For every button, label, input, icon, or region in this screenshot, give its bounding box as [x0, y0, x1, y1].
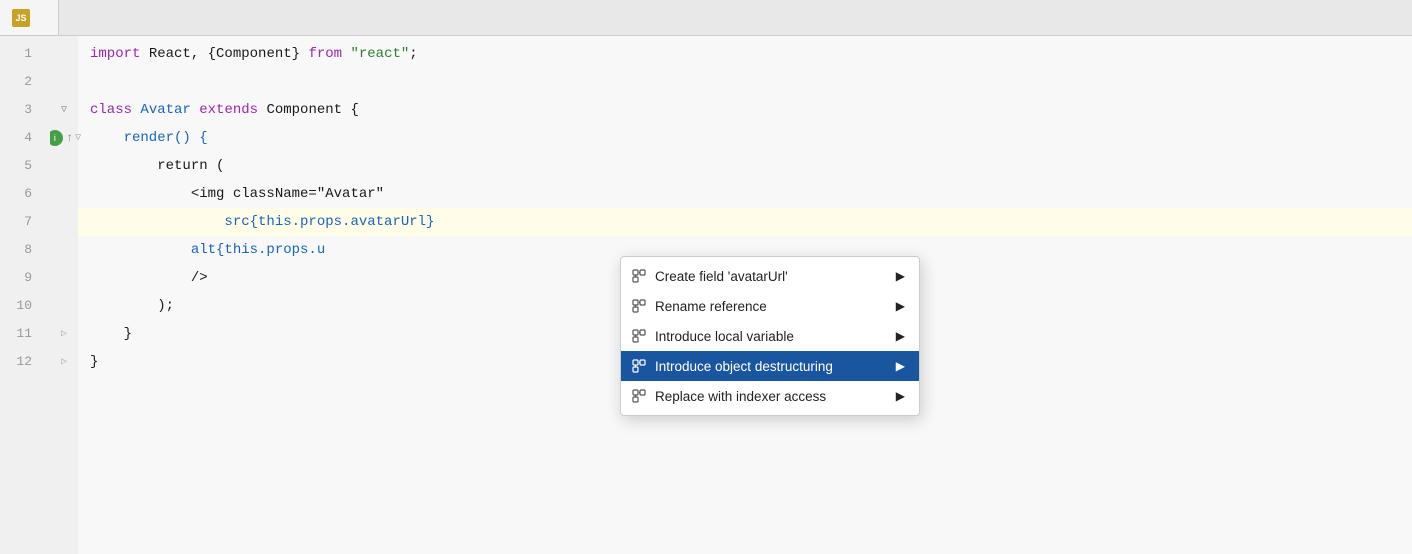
code-line-1: import React, {Component} from "react"; — [78, 40, 1412, 68]
code-line-7: src{this.props.avatarUrl} — [78, 208, 1412, 236]
code-line-4: render() { — [78, 124, 1412, 152]
editor-area: 123456789101112 ▽ i ↑ ▽ ▷▷ import React,… — [0, 36, 1412, 554]
code-token: from — [308, 46, 342, 62]
gutter-icons: ▽ i ↑ ▽ ▷ ▷ — [50, 36, 78, 554]
refactor-icon-introduce-local — [631, 328, 647, 344]
menu-item-replace-indexer[interactable]: Replace with indexer access ▶ — [621, 381, 919, 411]
menu-label-introduce-local: Introduce local variable — [655, 329, 794, 344]
tab-avatar-js[interactable]: JS — [0, 0, 59, 35]
code-line-6: <img className="Avatar" — [78, 180, 1412, 208]
code-token: extends — [199, 102, 258, 118]
gutter-row-8 — [50, 236, 78, 264]
code-token: ); — [90, 298, 174, 314]
tab-bar: JS — [0, 0, 1412, 36]
line-number-12: 12 — [0, 348, 40, 376]
menu-arrow-create-field: ▶ — [896, 269, 905, 283]
fold-icon[interactable]: ▷ — [61, 328, 67, 340]
refactor-icon-create-field — [631, 268, 647, 284]
menu-arrow-rename-reference: ▶ — [896, 299, 905, 313]
refactor-icon-replace-indexer — [631, 388, 647, 404]
line-number-5: 5 — [0, 152, 40, 180]
code-token: } — [90, 354, 98, 370]
menu-label-replace-indexer: Replace with indexer access — [655, 389, 826, 404]
code-token: import — [90, 46, 140, 62]
menu-item-left: Introduce local variable — [631, 328, 794, 344]
gutter-row-6 — [50, 180, 78, 208]
line-number-3: 3 — [0, 96, 40, 124]
line-number-9: 9 — [0, 264, 40, 292]
menu-arrow-introduce-destructuring: ▶ — [896, 359, 905, 373]
line-number-7: 7 — [0, 208, 40, 236]
gutter-row-4: i ↑ ▽ — [50, 124, 78, 152]
menu-item-rename-reference[interactable]: Rename reference ▶ — [621, 291, 919, 321]
menu-item-left: Introduce object destructuring — [631, 358, 833, 374]
up-arrow-icon: ↑ — [66, 131, 73, 145]
menu-arrow-replace-indexer: ▶ — [896, 389, 905, 403]
code-token — [342, 46, 350, 62]
code-token: render() { — [90, 130, 208, 146]
menu-item-introduce-destructuring[interactable]: Introduce object destructuring ▶ — [621, 351, 919, 381]
line-number-1: 1 — [0, 40, 40, 68]
code-token: alt{this.props.u — [90, 242, 325, 258]
refactor-icon-rename-reference — [631, 298, 647, 314]
menu-item-left: Replace with indexer access — [631, 388, 826, 404]
code-token: React, {Component} — [140, 46, 308, 62]
menu-label-introduce-destructuring: Introduce object destructuring — [655, 359, 833, 374]
code-token: class — [90, 102, 132, 118]
menu-item-left: Rename reference — [631, 298, 767, 314]
fold-icon[interactable]: ▽ — [61, 104, 67, 116]
code-line-3: class Avatar extends Component { — [78, 96, 1412, 124]
code-line-5: return ( — [78, 152, 1412, 180]
line-number-11: 11 — [0, 320, 40, 348]
code-token: } — [90, 326, 132, 342]
code-token: <img className="Avatar" — [90, 186, 384, 202]
code-line-2 — [78, 68, 1412, 96]
gutter-row-1 — [50, 40, 78, 68]
line-number-6: 6 — [0, 180, 40, 208]
menu-label-rename-reference: Rename reference — [655, 299, 767, 314]
code-token: ; — [409, 46, 417, 62]
line-number-4: 4 — [0, 124, 40, 152]
code-token: src{this.props.avatarUrl} — [90, 214, 434, 230]
gutter-row-7 — [50, 208, 78, 236]
code-token: return ( — [90, 158, 224, 174]
gutter-row-11: ▷ — [50, 320, 78, 348]
refactor-icon-introduce-destructuring — [631, 358, 647, 374]
fold-icon[interactable]: ▷ — [61, 356, 67, 368]
menu-item-introduce-local[interactable]: Introduce local variable ▶ — [621, 321, 919, 351]
context-menu: Create field 'avatarUrl' ▶ Rename referen… — [620, 256, 920, 416]
gutter-row-9 — [50, 264, 78, 292]
line-number-2: 2 — [0, 68, 40, 96]
gutter-row-2 — [50, 68, 78, 96]
gutter-row-12: ▷ — [50, 348, 78, 376]
code-token: /> — [90, 270, 208, 286]
gutter-row-5 — [50, 152, 78, 180]
code-token: "react" — [350, 46, 409, 62]
code-token: Component { — [258, 102, 359, 118]
line-number-gutter: 123456789101112 — [0, 36, 50, 554]
js-file-icon: JS — [12, 9, 30, 27]
error-badge[interactable]: i ↑ ▽ — [47, 130, 81, 146]
line-number-8: 8 — [0, 236, 40, 264]
line-number-10: 10 — [0, 292, 40, 320]
gutter-row-10 — [50, 292, 78, 320]
gutter-row-3: ▽ — [50, 96, 78, 124]
menu-arrow-introduce-local: ▶ — [896, 329, 905, 343]
menu-item-create-field[interactable]: Create field 'avatarUrl' ▶ — [621, 261, 919, 291]
menu-item-left: Create field 'avatarUrl' — [631, 268, 788, 284]
menu-label-create-field: Create field 'avatarUrl' — [655, 269, 788, 284]
code-token: Avatar — [132, 102, 199, 118]
